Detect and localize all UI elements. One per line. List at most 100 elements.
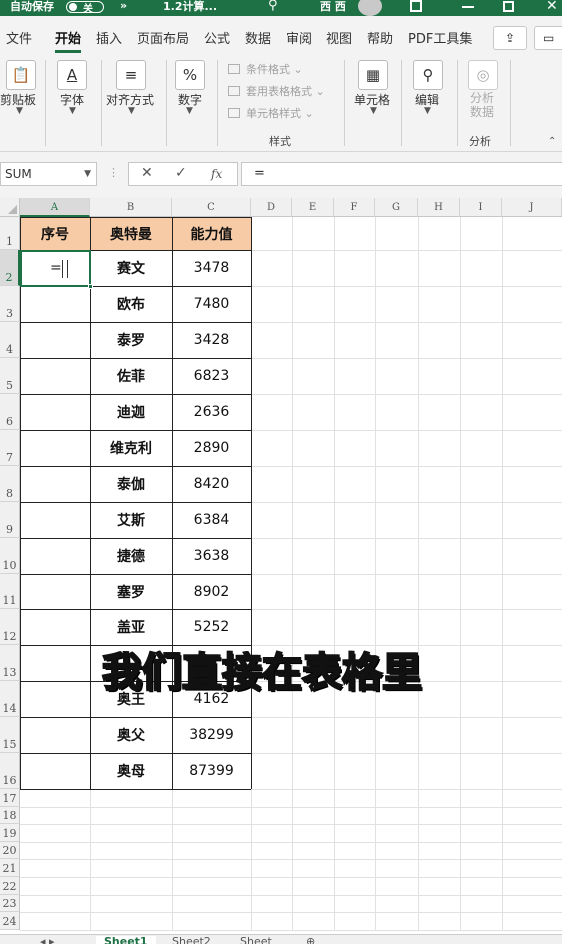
row-header-20[interactable]: 20 [0, 841, 20, 860]
row-header-11[interactable]: 11 [0, 574, 20, 609]
row-header-18[interactable]: 18 [0, 806, 20, 825]
search-icon[interactable]: ⚲ [268, 0, 278, 13]
table-header-cell[interactable]: 奥特曼 [90, 217, 172, 250]
conditional-format-button[interactable]: 条件格式 ⌄ [228, 61, 303, 77]
name-cell[interactable]: 维克利 [90, 430, 172, 466]
name-cell[interactable]: 赛文 [90, 250, 172, 286]
autosave-toggle[interactable]: 关 [66, 1, 104, 15]
tab-review[interactable]: 审阅 [286, 28, 312, 47]
column-header-h[interactable]: H [418, 198, 460, 217]
tab-data[interactable]: 数据 [245, 28, 271, 47]
row-header-7[interactable]: 7 [0, 430, 20, 466]
column-header-d[interactable]: D [251, 198, 292, 217]
row-header-16[interactable]: 16 [0, 753, 20, 789]
tab-home[interactable]: 开始 [55, 28, 81, 47]
cell-style-button[interactable]: 单元格样式 ⌄ [228, 105, 314, 121]
close-icon[interactable]: ✕ [546, 0, 558, 14]
column-header-j[interactable]: J [502, 198, 562, 217]
tab-formulas[interactable]: 公式 [204, 28, 230, 47]
more-commands-icon[interactable]: » [120, 0, 127, 12]
tab-pdf-tools[interactable]: PDF工具集 [408, 28, 472, 47]
align-group[interactable]: ≡ 对齐方式 ▼ [104, 56, 162, 152]
name-cell[interactable]: 捷德 [90, 538, 172, 574]
fill-handle[interactable] [88, 284, 93, 289]
name-cell[interactable]: 艾斯 [90, 502, 172, 538]
row-header-21[interactable]: 21 [0, 859, 20, 877]
row-header-22[interactable]: 22 [0, 877, 20, 895]
sheet-nav-icon[interactable]: ◂ ▸ [40, 936, 55, 944]
name-cell[interactable]: 泰罗 [90, 322, 172, 358]
cells-group[interactable]: ▦ 单元格 ▼ [348, 56, 398, 152]
editing-group[interactable]: ⚲ 编辑 ▼ [404, 56, 454, 152]
table-format-button[interactable]: 套用表格格式 ⌄ [228, 83, 325, 99]
value-cell[interactable]: 38299 [172, 717, 251, 753]
column-header-f[interactable]: F [334, 198, 375, 217]
formula-input[interactable]: = [241, 162, 562, 186]
row-header-24[interactable]: 24 [0, 912, 20, 930]
row-header-5[interactable]: 5 [0, 358, 20, 394]
value-cell[interactable]: 8420 [172, 466, 251, 502]
share-icon[interactable]: ⇪ [493, 26, 527, 50]
enter-icon[interactable]: ✓ [175, 165, 187, 181]
name-cell[interactable]: 奥父 [90, 717, 172, 753]
document-title[interactable]: 1.2计算... [163, 0, 217, 14]
value-cell[interactable]: 8902 [172, 574, 251, 609]
sheet-tab-3[interactable]: Sheet [240, 936, 272, 944]
row-header-9[interactable]: 9 [0, 502, 20, 538]
row-header-23[interactable]: 23 [0, 894, 20, 913]
row-header-8[interactable]: 8 [0, 466, 20, 502]
user-name[interactable]: 西 西 [320, 0, 346, 14]
sheet-tab-2[interactable]: Sheet2 [172, 936, 211, 944]
row-header-19[interactable]: 19 [0, 824, 20, 842]
row-header-3[interactable]: 3 [0, 286, 20, 322]
name-box[interactable]: SUM ▼ [0, 162, 97, 186]
table-header-cell[interactable]: 序号 [20, 217, 90, 250]
tab-page-layout[interactable]: 页面布局 [137, 28, 189, 47]
column-header-c[interactable]: C [172, 198, 251, 217]
ribbon-collapse-icon[interactable]: ⌃ [548, 136, 556, 147]
column-header-b[interactable]: B [90, 198, 172, 217]
maximize-icon[interactable] [503, 1, 514, 12]
value-cell[interactable]: 3428 [172, 322, 251, 358]
row-header-1[interactable]: 1 [0, 217, 20, 250]
name-cell[interactable]: 迪迦 [90, 394, 172, 430]
value-cell[interactable]: 7480 [172, 286, 251, 322]
value-cell[interactable]: 6384 [172, 502, 251, 538]
cancel-icon[interactable]: ✕ [141, 165, 153, 181]
column-header-e[interactable]: E [292, 198, 334, 217]
table-header-cell[interactable]: 能力值 [172, 217, 251, 250]
comment-icon[interactable]: ▭ [534, 26, 562, 50]
active-cell-a2[interactable]: = [20, 250, 93, 289]
sheet-tab-1[interactable]: Sheet1 [96, 936, 156, 944]
name-cell[interactable]: 佐菲 [90, 358, 172, 394]
select-all-corner[interactable] [0, 198, 20, 217]
row-header-4[interactable]: 4 [0, 322, 20, 358]
row-header-14[interactable]: 14 [0, 681, 20, 717]
value-cell[interactable]: 3638 [172, 538, 251, 574]
row-header-13[interactable]: 13 [0, 645, 20, 681]
minimize-icon[interactable] [462, 6, 474, 8]
name-cell[interactable]: 泰伽 [90, 466, 172, 502]
row-header-17[interactable]: 17 [0, 789, 20, 807]
row-header-15[interactable]: 15 [0, 717, 20, 753]
value-cell[interactable]: 6823 [172, 358, 251, 394]
add-sheet-icon[interactable]: ⊕ [306, 936, 315, 944]
insert-function-icon[interactable]: fx [211, 167, 222, 181]
font-group[interactable]: A 字体 ▼ [50, 56, 100, 152]
value-cell[interactable]: 2890 [172, 430, 251, 466]
value-cell[interactable]: 87399 [172, 753, 251, 789]
number-group[interactable]: % 数字 ▼ [170, 56, 214, 152]
column-header-g[interactable]: G [375, 198, 418, 217]
row-header-2[interactable]: 2 [0, 250, 20, 286]
name-cell[interactable]: 奥母 [90, 753, 172, 789]
clipboard-group[interactable]: 📋 剪贴板 ▼ [0, 56, 44, 152]
name-cell[interactable]: 欧布 [90, 286, 172, 322]
value-cell[interactable]: 2636 [172, 394, 251, 430]
column-header-a[interactable]: A [20, 198, 90, 217]
tab-insert[interactable]: 插入 [96, 28, 122, 47]
tab-file[interactable]: 文件 [6, 28, 32, 47]
tab-view[interactable]: 视图 [326, 28, 352, 47]
worksheet-grid[interactable]: A B C D E F G H I J 1 2 3 4 5 6 7 8 9 10 11 12 13 14 15 16 17 18 19 2… [0, 198, 562, 934]
name-cell[interactable]: 塞罗 [90, 574, 172, 609]
row-header-12[interactable]: 12 [0, 609, 20, 645]
